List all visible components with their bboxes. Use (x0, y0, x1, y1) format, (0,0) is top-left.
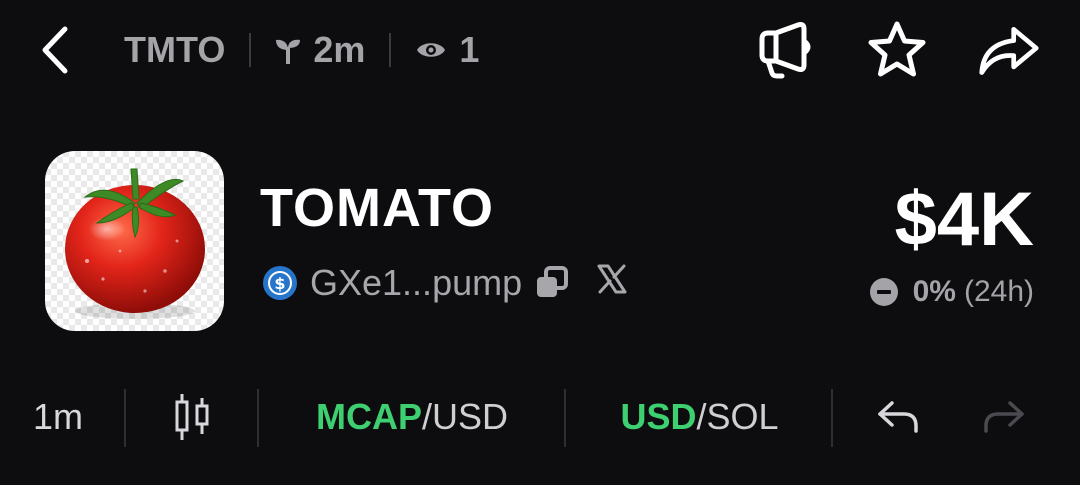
token-page: TMTO 2m 1 TOMATO $ GXe1...pump $4K 0% (2… (0, 0, 1080, 485)
mcap-suffix: /USD (421, 396, 508, 437)
token-age: 2m (275, 29, 365, 71)
viewers-value: 1 (459, 29, 480, 70)
divider (124, 389, 126, 447)
share-icon (979, 26, 1039, 75)
share-button[interactable] (978, 20, 1040, 80)
viewers-count: 1 (415, 29, 479, 71)
chart-toolbar: 1m MCAP/USD USD/SOL (0, 385, 1080, 449)
redo-button[interactable] (976, 385, 1032, 449)
x-link[interactable] (596, 263, 628, 304)
price-change: 0% (24h) (869, 270, 1034, 314)
back-button[interactable] (30, 22, 80, 78)
top-bar: TMTO 2m 1 (0, 0, 1080, 100)
change-period: (24h) (963, 275, 1034, 308)
divider (257, 389, 259, 447)
redo-icon (984, 401, 1024, 433)
sprout-icon (276, 39, 301, 64)
usd-sol-toggle[interactable]: USD/SOL (612, 385, 787, 449)
usd-label: USD (620, 396, 697, 437)
change-value: 0% (912, 275, 956, 308)
mcap-label: MCAP (315, 396, 422, 437)
token-logo (45, 151, 224, 331)
favorite-button[interactable] (866, 20, 928, 80)
token-address: GXe1...pump (310, 262, 523, 303)
minus-circle-icon (869, 277, 899, 307)
undo-icon (878, 401, 918, 433)
divider (564, 389, 566, 447)
divider (831, 389, 833, 447)
token-address-row: $ GXe1...pump (262, 258, 628, 308)
copy-icon (537, 266, 569, 297)
token-meta: TMTO 2m 1 (124, 26, 479, 74)
divider (249, 33, 252, 67)
undo-button[interactable] (870, 385, 926, 449)
usdc-coin-icon: $ (262, 265, 298, 301)
copy-address-button[interactable] (534, 265, 570, 301)
top-actions (754, 20, 1040, 80)
megaphone-icon (759, 22, 811, 79)
token-name: TOMATO (260, 178, 494, 238)
mcap-usd-toggle[interactable]: MCAP/USD (305, 385, 519, 449)
age-value: 2m (313, 29, 366, 70)
tomato-image (65, 168, 205, 319)
divider (389, 33, 392, 67)
interval-selector[interactable]: 1m (20, 385, 96, 449)
usd-suffix: /SOL (696, 396, 779, 437)
x-icon (597, 264, 627, 293)
market-cap-price: $4K (894, 177, 1034, 262)
token-symbol: TMTO (124, 29, 226, 70)
star-icon (868, 21, 926, 77)
back-icon (42, 26, 68, 74)
announce-button[interactable] (754, 20, 816, 80)
candlestick-icon (175, 394, 209, 440)
interval-label: 1m (32, 396, 83, 437)
svg-text:$: $ (274, 274, 285, 293)
eye-icon (417, 43, 446, 57)
chart-type-button[interactable] (160, 385, 224, 449)
